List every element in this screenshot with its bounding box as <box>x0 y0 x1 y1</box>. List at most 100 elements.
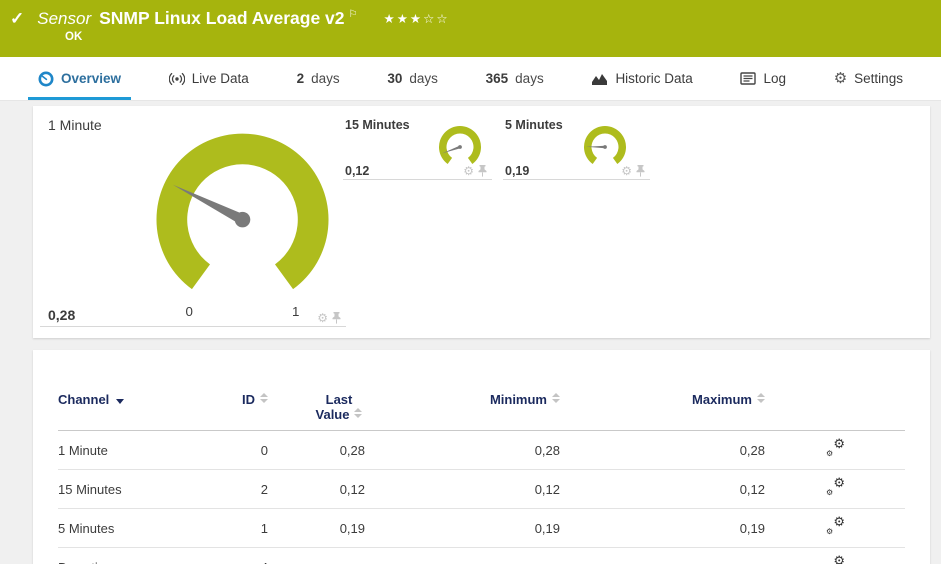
gauge-title: 1 Minute <box>48 117 102 133</box>
cell-maximum: 0,19 <box>560 508 765 548</box>
gauge-widget-1-minute: 1 Minute 0 1 0,28 ⚙ <box>40 111 346 327</box>
gauge-pivot <box>458 145 462 149</box>
tab-log[interactable]: Log <box>730 57 796 100</box>
widget-gear-icon[interactable]: ⚙ <box>463 165 474 177</box>
channel-settings-icon[interactable]: ⚙⚙ <box>825 476 845 497</box>
channel-settings-icon[interactable]: ⚙⚙ <box>825 554 845 564</box>
pin-icon[interactable] <box>636 165 645 177</box>
column-header-id[interactable]: ID <box>208 392 268 431</box>
tab-365-days-label: days <box>515 71 544 86</box>
status-badge: OK <box>65 31 83 43</box>
cell-last-value <box>268 547 365 564</box>
gauge-1-minute: 0 1 <box>156 133 329 319</box>
cell-maximum <box>560 547 765 564</box>
tab-30-days[interactable]: 30 days <box>377 57 448 100</box>
column-header-minimum[interactable]: Minimum <box>365 392 560 431</box>
page-content: 1 Minute 0 1 0,28 ⚙ 15 Minutes 0,12 ⚙ 5 … <box>0 101 941 564</box>
sort-icon <box>757 393 765 403</box>
cell-id: 2 <box>208 469 268 509</box>
cell-minimum: 0,19 <box>365 508 560 548</box>
gauge-pivot <box>234 211 251 228</box>
column-header-maximum[interactable]: Maximum <box>560 392 765 431</box>
gauge-value: 0,19 <box>505 164 530 178</box>
tab-live-data[interactable]: Live Data <box>159 57 259 100</box>
gauge-max-label: 1 <box>292 304 299 319</box>
flag-icon[interactable]: ⚐ <box>349 9 358 20</box>
gauge-arc <box>439 126 481 164</box>
tab-365-days[interactable]: 365 days <box>476 57 554 100</box>
gauge-value: 0,28 <box>48 307 76 323</box>
channel-settings-icon[interactable]: ⚙⚙ <box>825 437 845 458</box>
cell-minimum <box>365 547 560 564</box>
log-list-icon <box>740 72 757 85</box>
column-header-last-value-label: Last Value <box>315 392 353 422</box>
column-header-id-label: ID <box>242 392 255 407</box>
channels-table: Channel ID Last Value Minimum Maximum 1 … <box>58 392 905 564</box>
gauge-icon <box>38 71 54 86</box>
sensor-status-banner: ✓ Sensor SNMP Linux Load Average v2 ⚐ ★★… <box>0 0 941 57</box>
column-header-maximum-label: Maximum <box>692 392 752 407</box>
priority-stars[interactable]: ★★★☆☆ <box>384 11 450 26</box>
sort-desc-icon <box>116 399 125 404</box>
table-row: 5 Minutes 1 0,19 0,19 0,19 ⚙ ⚙ <box>58 508 905 548</box>
cell-channel: 1 Minute <box>58 430 208 470</box>
widget-gear-icon[interactable]: ⚙ <box>621 165 632 177</box>
gauge-value: 0,12 <box>345 164 370 178</box>
gauges-panel: 1 Minute 0 1 0,28 ⚙ 15 Minutes 0,12 ⚙ 5 … <box>33 106 930 338</box>
table-row: 1 Minute 0 0,28 0,28 0,28 ⚙ ⚙ <box>58 430 905 470</box>
pin-icon[interactable] <box>478 165 487 177</box>
cell-id: -4 <box>208 547 268 564</box>
gauge-min-label: 0 <box>186 304 193 319</box>
sensor-title: SNMP Linux Load Average v2 <box>99 8 345 28</box>
gauge-title: 5 Minutes <box>505 118 563 132</box>
cell-maximum: 0,12 <box>560 469 765 509</box>
sort-icon <box>354 408 363 418</box>
cell-channel: 5 Minutes <box>58 508 208 548</box>
gauge-widget-15-minutes: 15 Minutes 0,12 ⚙ <box>343 118 492 180</box>
cell-channel: 15 Minutes <box>58 469 208 509</box>
widget-gear-icon[interactable]: ⚙ <box>317 312 328 324</box>
tab-30-days-number: 30 <box>387 71 403 86</box>
gauge-arc <box>156 133 329 290</box>
tab-30-days-label: days <box>409 71 438 86</box>
gear-icon: ⚙ <box>833 70 848 87</box>
tab-live-data-label: Live Data <box>191 71 249 86</box>
gauge-title: 15 Minutes <box>345 118 410 132</box>
tab-2-days-label: days <box>311 71 340 86</box>
sort-icon <box>552 393 560 403</box>
gauge-arc <box>584 126 626 164</box>
object-kind-label: Sensor <box>37 8 92 28</box>
gauge-widget-5-minutes: 5 Minutes 0,19 ⚙ <box>503 118 650 180</box>
cell-last-value: 0,28 <box>268 430 365 470</box>
stars-filled: ★★★ <box>383 12 424 26</box>
stars-empty: ☆☆ <box>423 12 450 26</box>
column-header-last-value[interactable]: Last Value <box>268 392 365 431</box>
gauge-pivot <box>603 145 607 149</box>
tab-bar: Overview Live Data 2 days 30 days 365 da… <box>0 57 941 101</box>
pin-icon[interactable] <box>332 312 341 324</box>
column-header-minimum-label: Minimum <box>489 392 547 407</box>
channel-settings-icon[interactable]: ⚙⚙ <box>825 515 845 536</box>
cell-minimum: 0,12 <box>365 469 560 509</box>
ok-check-icon: ✓ <box>10 8 25 28</box>
table-row: Downtime -4 ⚙⚙ <box>58 547 905 564</box>
gauge-5-minutes <box>584 126 626 164</box>
tab-2-days-number: 2 <box>296 71 305 86</box>
column-header-channel[interactable]: Channel <box>58 392 208 431</box>
tab-historic-data-label: Historic Data <box>615 71 693 86</box>
broadcast-icon <box>168 72 185 85</box>
tab-historic-data[interactable]: Historic Data <box>581 57 702 100</box>
cell-channel: Downtime <box>58 547 208 564</box>
cell-minimum: 0,28 <box>365 430 560 470</box>
tab-2-days[interactable]: 2 days <box>287 57 350 100</box>
column-header-channel-label: Channel <box>58 392 110 407</box>
table-row: 15 Minutes 2 0,12 0,12 0,12 ⚙ ⚙ <box>58 469 905 509</box>
tab-365-days-number: 365 <box>485 71 509 86</box>
cell-id: 1 <box>208 508 268 548</box>
tab-settings[interactable]: ⚙ Settings <box>824 57 913 100</box>
cell-maximum: 0,28 <box>560 430 765 470</box>
tab-overview[interactable]: Overview <box>28 57 132 100</box>
tab-log-label: Log <box>763 71 786 86</box>
tab-overview-label: Overview <box>61 71 122 86</box>
sort-icon <box>260 393 268 403</box>
